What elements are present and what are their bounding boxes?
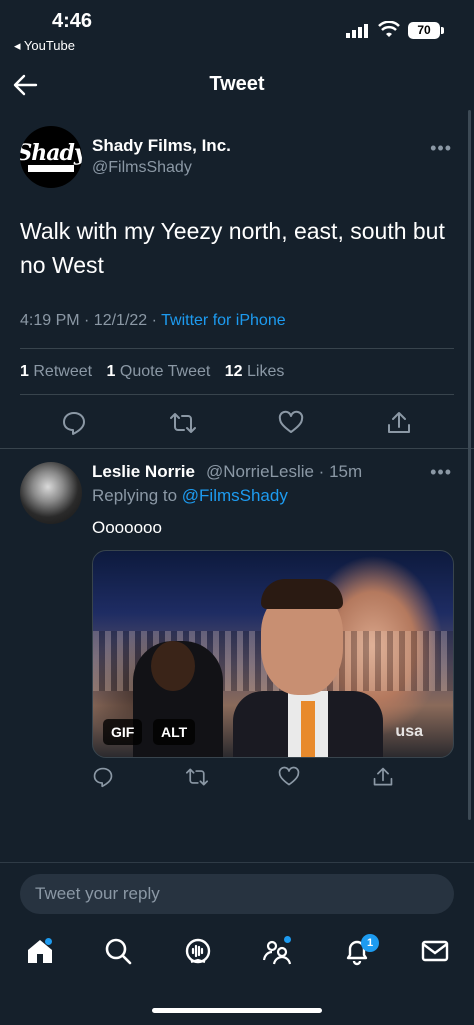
reply-author-name[interactable]: Leslie Norrie <box>92 462 195 482</box>
bottom-tab-bar: 1 <box>0 930 474 980</box>
media-figure <box>151 641 195 691</box>
retweet-icon[interactable] <box>186 766 208 788</box>
avatar-logo-text: Shady <box>20 140 82 166</box>
status-time: 4:46 <box>52 10 93 32</box>
status-bar: 4:46 ◂ YouTube 70 <box>0 0 474 60</box>
page-title: Tweet <box>209 73 265 95</box>
reply-compose-input[interactable]: Tweet your reply <box>20 874 454 914</box>
messages-envelope-icon[interactable] <box>420 936 450 966</box>
reply-more-options-icon[interactable]: ••• <box>430 462 452 483</box>
tweet-time-date: 4:19 PM · 12/1/22 · <box>20 312 162 329</box>
tweet-text: Walk with my Yeezy north, east, south bu… <box>20 218 445 278</box>
gif-badge: GIF <box>103 719 143 745</box>
spaces-icon[interactable] <box>183 936 213 966</box>
retweet-icon[interactable] <box>170 410 196 436</box>
battery-indicator: 70 <box>408 22 444 39</box>
tweet-header: Tweet <box>0 62 474 108</box>
like-heart-icon[interactable] <box>278 410 304 436</box>
tweet-actions <box>0 410 474 440</box>
retweet-count[interactable]: 1 <box>20 363 29 380</box>
tweet-stats: 1 Retweet 1 Quote Tweet 12 Likes <box>20 363 284 381</box>
channel-watermark: usa <box>395 723 423 740</box>
reply-text: Ooooooo <box>92 518 162 537</box>
avatar-logo-bar <box>28 165 74 172</box>
divider <box>20 394 454 395</box>
wifi-icon <box>378 21 400 37</box>
scrollbar[interactable] <box>468 110 471 820</box>
tweet-source-link[interactable]: Twitter for iPhone <box>161 312 286 329</box>
more-options-icon[interactable]: ••• <box>430 138 452 159</box>
home-new-dot <box>45 938 52 945</box>
communities-new-dot <box>284 936 291 943</box>
replying-to-mention[interactable]: @FilmsShady <box>182 486 288 505</box>
search-icon[interactable] <box>103 936 133 966</box>
alt-text-badge[interactable]: ALT <box>153 719 196 745</box>
divider <box>0 448 474 449</box>
reply-author-avatar[interactable] <box>20 462 82 524</box>
notification-count-badge: 1 <box>361 934 379 952</box>
reply-actions <box>92 766 454 790</box>
replying-to-prefix: Replying to <box>92 486 182 505</box>
reply-icon[interactable] <box>92 766 114 788</box>
home-indicator[interactable] <box>152 1008 322 1013</box>
reply-gif-media[interactable]: GIF ALT usa <box>92 550 454 758</box>
share-icon[interactable] <box>372 766 394 788</box>
likes-count[interactable]: 12 <box>225 363 243 380</box>
divider <box>0 862 474 863</box>
author-avatar[interactable]: Shady <box>20 126 82 188</box>
share-icon[interactable] <box>386 410 412 436</box>
likes-label[interactable]: Likes <box>247 363 284 380</box>
author-handle[interactable]: @FilmsShady <box>92 159 192 177</box>
media-figure <box>261 579 343 609</box>
divider <box>20 348 454 349</box>
media-figure <box>301 701 315 757</box>
back-to-app-link[interactable]: ◂ YouTube <box>14 38 75 54</box>
quote-count[interactable]: 1 <box>107 363 116 380</box>
like-heart-icon[interactable] <box>278 766 300 788</box>
cellular-signal-icon <box>346 24 368 38</box>
reply-icon[interactable] <box>61 410 87 436</box>
reply-author-handle[interactable]: @NorrieLeslie · 15m <box>206 462 362 482</box>
replying-to: Replying to @FilmsShady <box>92 486 288 506</box>
retweet-label[interactable]: Retweet <box>33 363 92 380</box>
tweet-timestamp: 4:19 PM · 12/1/22 · Twitter for iPhone <box>20 312 286 330</box>
quote-label[interactable]: Quote Tweet <box>120 363 210 380</box>
author-name[interactable]: Shady Films, Inc. <box>92 136 231 156</box>
